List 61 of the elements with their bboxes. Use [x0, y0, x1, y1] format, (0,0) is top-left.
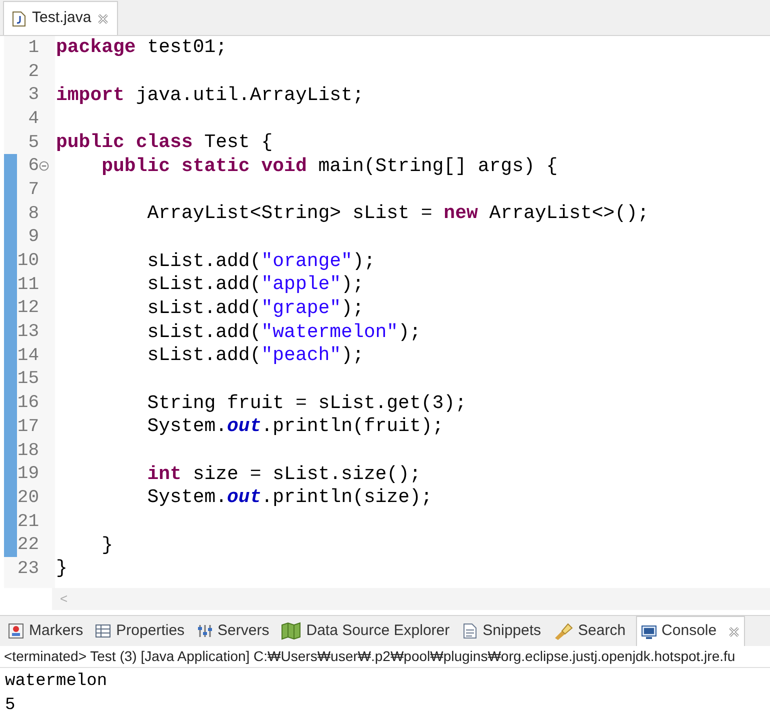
tab-title: Test.java [32, 8, 92, 28]
code-line: } [55, 559, 68, 578]
code-line: System.out.println(size); [146, 488, 432, 508]
line-number: 21 [17, 512, 39, 531]
java-file-icon [12, 10, 26, 26]
line-number: 3 [28, 86, 39, 104]
code-line: sList.add("orange"); [146, 252, 376, 271]
line-number: 4 [28, 110, 39, 128]
code-line: public class Test { [55, 133, 273, 152]
panel-tab[interactable]: Search [551, 616, 628, 646]
line-number: 1 [28, 38, 39, 57]
panel-tab[interactable]: Markers [6, 616, 86, 646]
monitor-icon [640, 624, 657, 640]
line-number: 22 [17, 536, 39, 554]
panel-tab[interactable]: Data Source Explorer [279, 616, 452, 646]
code-line: package test01; [55, 38, 228, 58]
close-icon[interactable] [97, 12, 110, 24]
servers-icon [196, 623, 213, 639]
line-number: 7 [28, 180, 39, 199]
line-number: 14 [17, 346, 39, 365]
line-number: 23 [17, 560, 39, 578]
code-line: } [100, 536, 114, 555]
console-output-line: watermelon [5, 671, 108, 693]
collapse-icon[interactable] [39, 161, 49, 172]
close-icon[interactable] [728, 626, 740, 638]
code-line: sList.add("watermelon"); [146, 322, 421, 342]
panel-tab[interactable]: Snippets [460, 616, 544, 646]
line-number: 9 [28, 228, 39, 246]
line-number: 5 [28, 134, 39, 152]
line-number: 18 [17, 442, 39, 460]
flashlight-icon [553, 622, 574, 640]
code-line: int size = sList.size(); [146, 464, 421, 484]
code-line: sList.add("apple"); [146, 275, 364, 294]
code-line: ArrayList<String> sList = new ArrayList<>(); [146, 204, 649, 224]
code-line: import java.util.ArrayList; [55, 86, 364, 105]
line-number: 11 [17, 276, 39, 294]
panel-tab[interactable]: Console [636, 616, 745, 646]
line-number: 15 [17, 370, 39, 388]
line-number: 20 [17, 488, 39, 507]
line-number: 6 [28, 157, 39, 176]
editor-tab[interactable]: Test.java [3, 1, 118, 35]
code-line: sList.add("peach"); [146, 346, 364, 366]
line-number: 19 [17, 465, 39, 484]
code-line: public static void main(String[] args) { [100, 156, 558, 176]
document-icon [462, 623, 478, 639]
markers-icon [8, 623, 24, 639]
line-number: 13 [17, 323, 39, 342]
panel-tab[interactable]: Servers [194, 616, 272, 646]
line-number: 8 [28, 204, 39, 223]
table-icon [95, 623, 112, 639]
line-number: 2 [28, 62, 39, 81]
code-line: String fruit = sList.get(3); [146, 394, 466, 413]
line-number: 10 [17, 252, 39, 270]
line-number: 12 [17, 299, 39, 318]
line-number: 17 [17, 418, 39, 436]
map-icon [281, 622, 302, 640]
code-line: sList.add("grape"); [146, 298, 364, 318]
panel-tab[interactable]: Properties [93, 616, 187, 646]
console-output-line: 5 [5, 695, 16, 717]
code-line: System.out.println(fruit); [146, 417, 444, 436]
line-number: 16 [17, 394, 39, 412]
